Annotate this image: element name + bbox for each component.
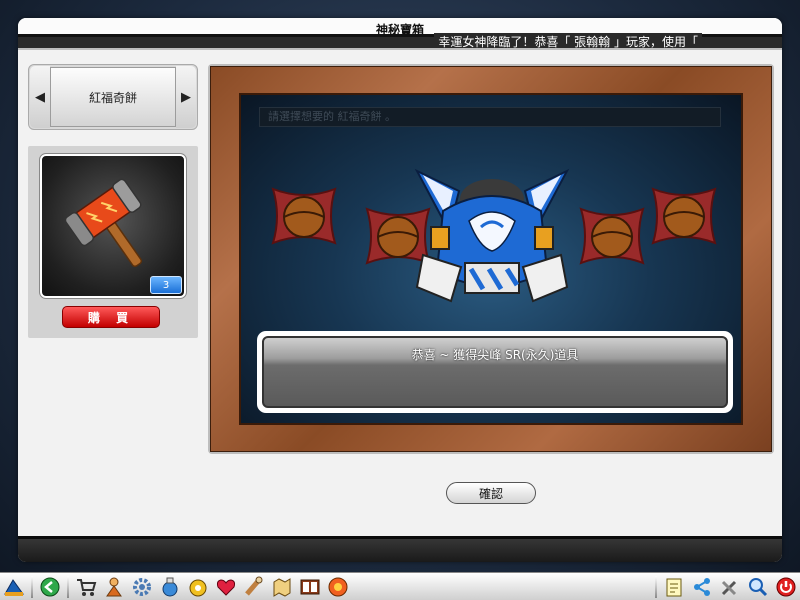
gear-icon[interactable]	[130, 575, 154, 599]
item-panel: 3 購 買	[28, 146, 198, 338]
kart-body-icon	[414, 168, 570, 303]
wooden-frame: 請選擇想要的 紅福奇餅 。 恭喜 ~ 獲得尖峰 SR(永久)道具	[210, 66, 772, 452]
fortune-cookie-icon[interactable]	[647, 179, 721, 253]
back-icon[interactable]	[38, 575, 62, 599]
result-message-panel: 恭喜 ~ 獲得尖峰 SR(永久)道具	[262, 336, 728, 408]
selected-item-name: 紅福奇餅	[50, 67, 176, 127]
title-bar: 神秘寶箱 幸運女神降臨了！恭喜「 張翰翰 」玩家，使用「	[18, 18, 782, 50]
result-message: 恭喜 ~ 獲得尖峰 SR(永久)道具	[411, 348, 579, 362]
window-bottom-bar	[18, 536, 782, 562]
reward-board: 請選擇想要的 紅福奇餅 。 恭喜 ~ 獲得尖峰 SR(永久)道具	[239, 93, 743, 425]
power-icon[interactable]	[774, 575, 798, 599]
map-icon[interactable]	[270, 575, 294, 599]
kart-logo-icon[interactable]	[2, 575, 26, 599]
memo-icon[interactable]	[662, 575, 686, 599]
item-selector: ◀ 紅福奇餅 ▶	[28, 64, 198, 130]
item-count-badge: 3	[150, 276, 182, 294]
buy-button[interactable]: 購 買	[62, 306, 160, 328]
title-bar-divider	[18, 48, 782, 50]
share-icon[interactable]	[690, 575, 714, 599]
heart-icon[interactable]	[214, 575, 238, 599]
taskbar-separator	[67, 575, 69, 598]
bottom-bar-line	[18, 536, 782, 539]
tools-icon[interactable]	[718, 575, 742, 599]
selection-prompt: 請選擇想要的 紅福奇餅 。	[259, 107, 721, 127]
taskbar	[0, 572, 800, 600]
arrow-right-icon: ▶	[181, 89, 191, 105]
potion-icon[interactable]	[158, 575, 182, 599]
search-icon[interactable]	[746, 575, 770, 599]
result-message-box: 恭喜 ~ 獲得尖峰 SR(永久)道具	[257, 331, 733, 413]
fortune-cookie-icon[interactable]	[267, 179, 341, 253]
arrow-left-icon: ◀	[35, 89, 45, 105]
next-item-button[interactable]: ▶	[176, 66, 196, 128]
shop-cart-icon[interactable]	[74, 575, 98, 599]
item-icon-frame: 3	[39, 153, 187, 299]
prev-item-button[interactable]: ◀	[30, 66, 50, 128]
book-icon[interactable]	[298, 575, 322, 599]
lucky-wheel-icon[interactable]	[326, 575, 350, 599]
confirm-button[interactable]: 確認	[446, 482, 536, 504]
mystery-box-window: 神秘寶箱 幸運女神降臨了！恭喜「 張翰翰 」玩家，使用「 ◀ 紅福奇餅 ▶ 3 …	[18, 18, 782, 562]
taskbar-separator	[655, 575, 657, 598]
result-frame: 請選擇想要的 紅福奇餅 。 恭喜 ~ 獲得尖峰 SR(永久)道具	[208, 64, 774, 454]
scroll-icon[interactable]	[242, 575, 266, 599]
taskbar-separator	[31, 575, 33, 598]
character-icon[interactable]	[102, 575, 126, 599]
item-bag-icon[interactable]	[186, 575, 210, 599]
